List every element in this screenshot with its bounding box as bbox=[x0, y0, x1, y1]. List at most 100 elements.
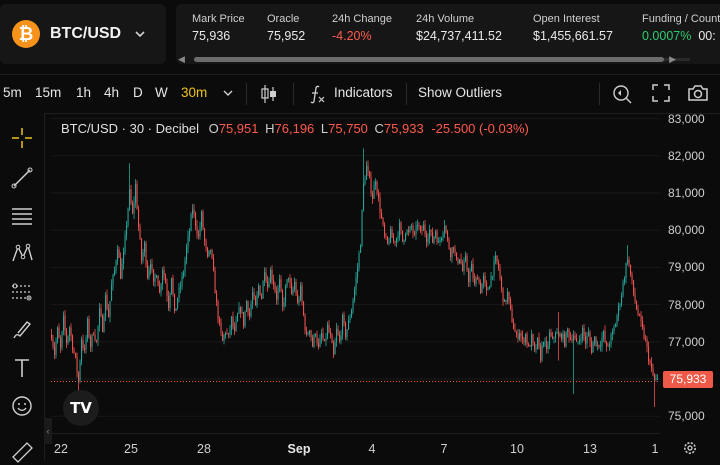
candle-body-up bbox=[186, 247, 188, 261]
ruler-icon[interactable] bbox=[9, 439, 35, 465]
candle-body-up bbox=[69, 327, 71, 337]
show-outliers-button[interactable]: Show Outliers bbox=[418, 85, 502, 100]
time-axis[interactable]: 22 25 28 Sep 4 7 10 13 1 bbox=[51, 433, 660, 462]
candle-body-down bbox=[462, 263, 464, 271]
candle-body-up bbox=[396, 238, 398, 243]
text-icon[interactable] bbox=[9, 355, 35, 381]
function-icon[interactable] bbox=[305, 83, 327, 105]
candle-body-down bbox=[328, 324, 330, 333]
candle-body-down bbox=[211, 249, 213, 258]
projection-icon[interactable] bbox=[9, 279, 35, 305]
candle-body-up bbox=[406, 230, 408, 234]
candle-body-down bbox=[400, 222, 402, 231]
candle-body-down bbox=[498, 262, 500, 268]
candle-body-up bbox=[439, 240, 441, 243]
candle-body-up bbox=[133, 202, 135, 214]
candle-body-up bbox=[507, 291, 509, 302]
candle-body-up bbox=[597, 344, 599, 346]
time-tick-label: 22 bbox=[54, 442, 68, 456]
candle-body-down bbox=[276, 291, 278, 300]
candle-body-down bbox=[654, 375, 656, 381]
candle-body-up bbox=[411, 226, 413, 227]
candle-body-up bbox=[435, 231, 437, 237]
candle-body-down bbox=[345, 322, 347, 338]
candle-body-down bbox=[193, 209, 195, 214]
stat-value: 0.0007% 00: bbox=[642, 29, 720, 43]
candle-body-down bbox=[339, 334, 341, 341]
scroll-right-icon[interactable]: ▶ bbox=[669, 54, 676, 64]
candle-body-down bbox=[552, 336, 554, 339]
trend-line-icon[interactable] bbox=[9, 165, 35, 191]
candle-body-up bbox=[613, 327, 615, 332]
candle-body-down bbox=[261, 295, 263, 299]
candle-body-down bbox=[474, 278, 476, 284]
stats-scrollbar[interactable]: ◀ ▶ bbox=[176, 54, 720, 64]
candle-body-up bbox=[622, 282, 624, 296]
candle-body-up bbox=[112, 274, 114, 285]
indicators-button[interactable]: Indicators bbox=[334, 85, 393, 100]
candle-body-up bbox=[525, 334, 527, 343]
candle-body-up bbox=[135, 184, 137, 203]
candle-body-down bbox=[571, 338, 573, 341]
candle-body-up bbox=[103, 316, 105, 332]
candle-body-down bbox=[265, 272, 267, 282]
candle-body-down bbox=[634, 293, 636, 302]
candle-body-up bbox=[519, 333, 521, 339]
interval-5m[interactable]: 5m bbox=[3, 85, 22, 100]
candle-body-up bbox=[441, 237, 443, 241]
candle-body-down bbox=[54, 346, 56, 355]
candle-body-down bbox=[472, 264, 474, 279]
interval-w[interactable]: W bbox=[155, 85, 168, 100]
stat-label: 24h Volume bbox=[416, 13, 475, 25]
interval-15m[interactable]: 15m bbox=[35, 85, 61, 100]
settings-gear-icon[interactable] bbox=[682, 440, 698, 456]
legend-open: 75,951 bbox=[218, 121, 259, 136]
brush-icon[interactable] bbox=[9, 317, 35, 343]
candle-body-up bbox=[183, 272, 185, 276]
fib-retracement-icon[interactable] bbox=[9, 203, 35, 229]
candle-body-up bbox=[126, 225, 128, 236]
candle-body-up bbox=[109, 301, 111, 318]
replay-icon[interactable] bbox=[611, 83, 633, 105]
candle-body-up bbox=[475, 277, 477, 284]
candle-body-down bbox=[271, 269, 273, 280]
candle-body-down bbox=[165, 275, 167, 284]
interval-30m[interactable]: 30m bbox=[181, 85, 207, 100]
price-tick-label: 79,000 bbox=[668, 260, 705, 275]
pattern-icon[interactable] bbox=[9, 241, 35, 267]
ohlc-legend: BTC/USD · 30 · Decibel O75,951 H76,196 L… bbox=[61, 121, 529, 136]
candle-body-up bbox=[61, 331, 63, 348]
divider bbox=[599, 83, 600, 105]
interval-1h[interactable]: 1h bbox=[76, 85, 91, 100]
price-chart[interactable] bbox=[51, 113, 660, 433]
candle-body-up bbox=[618, 305, 620, 316]
candle-body-down bbox=[631, 274, 633, 281]
candle-body-up bbox=[549, 332, 551, 346]
candle-body-down bbox=[96, 340, 98, 342]
fullscreen-icon[interactable] bbox=[651, 83, 671, 103]
candle-body-up bbox=[256, 294, 258, 306]
candle-body-down bbox=[382, 217, 384, 225]
candle-body-down bbox=[453, 247, 455, 250]
candle-body-down bbox=[70, 327, 72, 336]
emoji-icon[interactable] bbox=[9, 393, 35, 419]
chevron-down-icon[interactable] bbox=[222, 87, 234, 99]
interval-4h[interactable]: 4h bbox=[104, 85, 119, 100]
price-tick-label: 77,000 bbox=[668, 334, 705, 349]
candle-body-up bbox=[250, 304, 252, 317]
tradingview-logo[interactable]: TV bbox=[63, 390, 99, 426]
candle-body-down bbox=[414, 232, 416, 235]
scroll-left-icon[interactable]: ◀ bbox=[178, 54, 185, 64]
candle-body-down bbox=[76, 356, 78, 373]
candlestick-type-icon[interactable] bbox=[259, 83, 279, 105]
candle-body-up bbox=[438, 242, 440, 243]
candle-body-up bbox=[357, 267, 359, 278]
pair-selector[interactable]: ₿ BTC/USD bbox=[0, 4, 166, 64]
crosshair-icon[interactable] bbox=[9, 125, 35, 151]
candle-body-up bbox=[81, 339, 83, 362]
market-header: ₿ BTC/USD Mark Price 75,936 Oracle 75,95… bbox=[0, 0, 720, 72]
interval-d[interactable]: D bbox=[133, 85, 143, 100]
camera-icon[interactable] bbox=[686, 83, 710, 103]
candle-body-down bbox=[591, 341, 593, 353]
scroll-thumb[interactable] bbox=[194, 57, 664, 62]
